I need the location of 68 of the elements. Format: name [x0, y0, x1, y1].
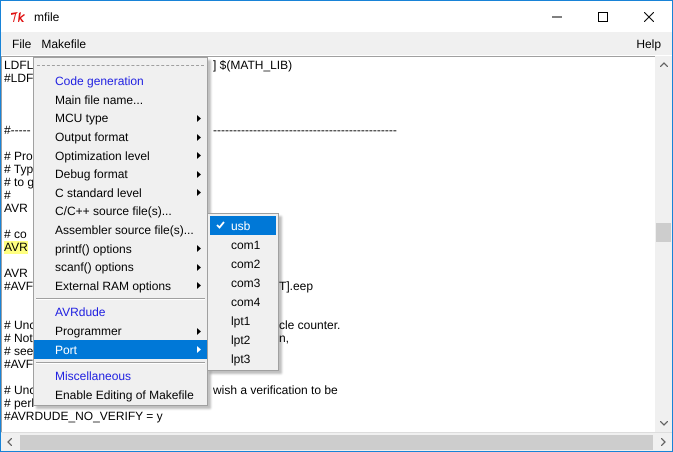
menu-item[interactable]: com1 — [210, 235, 276, 254]
code-line: # Not — [4, 332, 33, 345]
code-line: ---------------------------------------------- — [213, 124, 397, 137]
code-line: #----- — [4, 124, 31, 137]
menu-item[interactable]: lpt3 — [210, 349, 276, 368]
horizontal-scrollbar[interactable] — [1, 432, 672, 451]
menu-bar-item[interactable]: Help — [631, 36, 666, 50]
submenu-arrow-icon — [197, 152, 201, 160]
menu-item[interactable]: Output format — [34, 128, 207, 146]
close-icon — [644, 12, 654, 22]
submenu-arrow-icon — [197, 170, 201, 178]
maximize-icon — [598, 12, 608, 22]
submenu-arrow-icon — [197, 282, 201, 290]
menu-item[interactable]: Main file name... — [34, 90, 207, 110]
menu-item[interactable]: Optimization level — [34, 146, 207, 165]
code-line: #AVF — [4, 280, 34, 293]
code-line: # perl — [4, 397, 34, 410]
menu-item[interactable]: com4 — [210, 292, 276, 311]
code-line: AVR — [4, 202, 28, 215]
code-line: # see — [4, 345, 34, 358]
submenu-arrow-icon — [197, 264, 201, 271]
menu-item[interactable]: printf() options — [34, 239, 207, 258]
menu-item[interactable]: C/C++ source file(s)... — [34, 202, 207, 221]
submenu-arrow-icon — [197, 245, 201, 252]
code-line: T].eep — [279, 280, 314, 293]
code-line: # co — [4, 228, 27, 241]
menu-section-heading: Code generation — [54, 73, 145, 90]
menu-item[interactable]: lpt1 — [210, 311, 276, 330]
menu-item[interactable]: usb — [210, 216, 276, 235]
code-line: # to g — [4, 176, 34, 189]
menu-bar-item[interactable]: Makefile — [36, 36, 92, 50]
code-line: AVR — [4, 267, 28, 280]
code-line: # — [4, 189, 11, 202]
menu-item[interactable]: scanf() options — [34, 258, 207, 277]
menu-item[interactable]: Enable Editing of Makefile — [34, 386, 207, 404]
code-line: cle counter. — [279, 319, 340, 332]
code-line: #AVF — [4, 358, 34, 371]
submenu-arrow-icon — [197, 134, 201, 141]
window-title: mfile — [34, 10, 60, 24]
submenu-arrow-icon — [197, 346, 201, 354]
scroll-thumb[interactable] — [20, 434, 653, 450]
menu-item[interactable]: Port — [34, 340, 207, 359]
code-line: LDFL — [4, 59, 34, 72]
menu-bar-item[interactable]: File — [7, 36, 36, 50]
menu-section-heading: AVRdude — [54, 304, 106, 322]
code-line: #LDF — [4, 72, 34, 85]
menu-item[interactable]: com3 — [210, 273, 276, 292]
menu-item[interactable]: Debug format — [34, 164, 207, 184]
app-icon — [10, 10, 26, 22]
menu-item[interactable]: lpt2 — [210, 330, 276, 349]
code-line: # Typ — [4, 163, 34, 176]
code-line: #AVRDUDE_NO_VERIFY = y — [4, 410, 163, 423]
submenu-arrow-icon — [197, 328, 201, 335]
code-line: # Pro — [4, 150, 33, 163]
scroll-thumb[interactable] — [656, 223, 671, 242]
menu-item[interactable]: com2 — [210, 254, 276, 273]
menu-section-heading: Miscellaneous — [54, 368, 132, 386]
code-line: n, — [279, 332, 290, 345]
menu-item[interactable]: C standard level — [34, 184, 207, 202]
code-line: wish a verification to be — [213, 384, 338, 397]
code-line: ] $(MATH_LIB) — [213, 59, 292, 72]
menu-item[interactable]: Programmer — [34, 322, 207, 340]
menu-item[interactable]: MCU type — [34, 109, 207, 128]
menu-item[interactable]: External RAM options — [34, 276, 207, 296]
vertical-scrollbar[interactable] — [655, 56, 672, 432]
submenu-arrow-icon — [197, 114, 201, 122]
menu-item[interactable]: Assembler source file(s)... — [34, 220, 207, 240]
submenu-arrow-icon — [197, 189, 201, 196]
